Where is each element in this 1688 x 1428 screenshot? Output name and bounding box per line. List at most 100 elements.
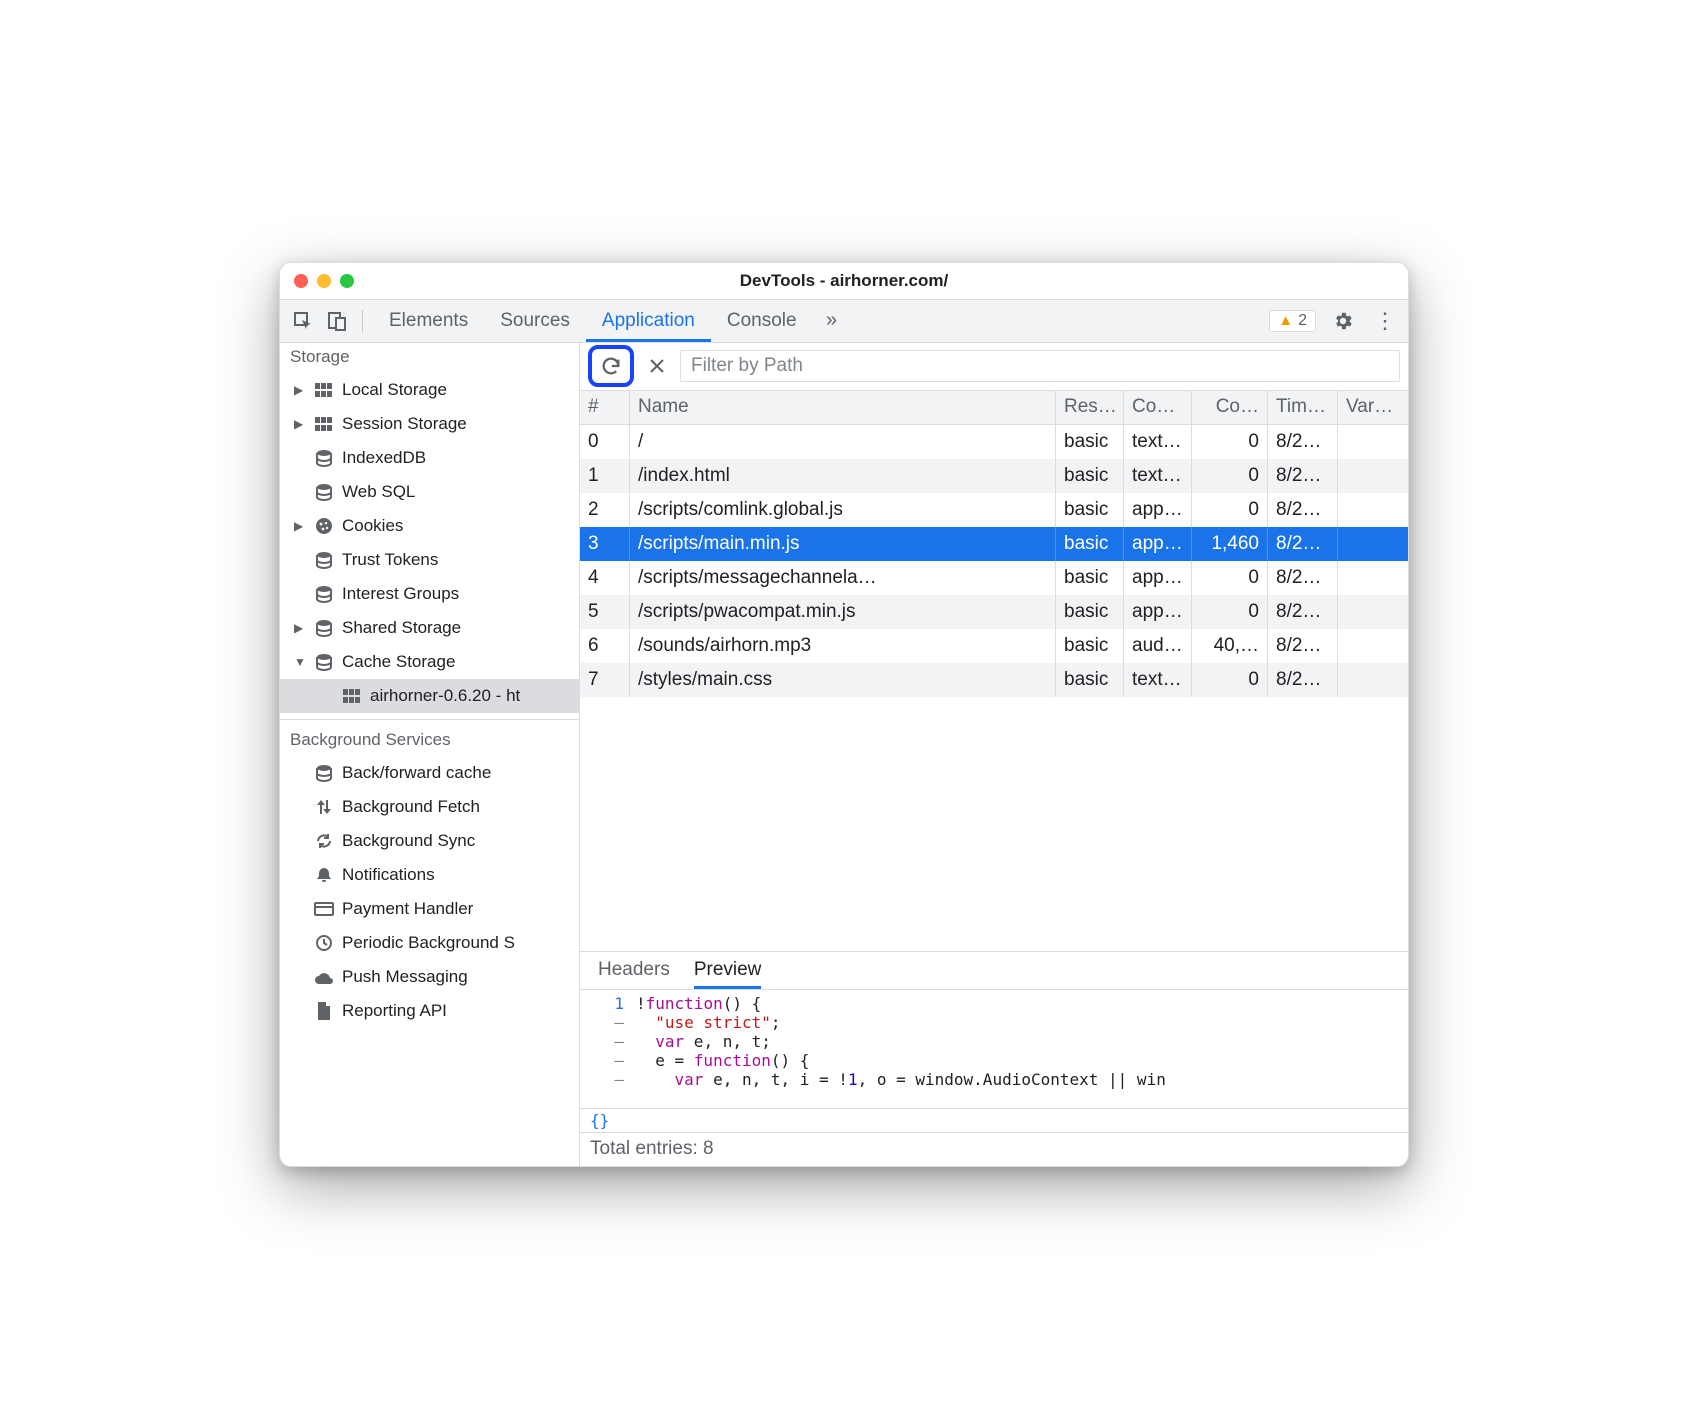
tab-console[interactable]: Console <box>711 300 813 342</box>
sidebar-item-background-sync[interactable]: Background Sync <box>280 824 579 858</box>
cell-len: 0 <box>1192 493 1268 527</box>
warning-count: 2 <box>1298 312 1307 330</box>
maximize-window-button[interactable] <box>340 274 354 288</box>
expand-arrow-icon[interactable]: ▶ <box>294 621 306 635</box>
cell-len: 0 <box>1192 425 1268 459</box>
col-vary[interactable]: Var… <box>1338 391 1408 424</box>
sidebar-item-label: Interest Groups <box>342 584 459 604</box>
sidebar-item-interest-groups[interactable]: Interest Groups <box>280 577 579 611</box>
sidebar-item-label: Web SQL <box>342 482 415 502</box>
sidebar-item-periodic-background-s[interactable]: Periodic Background S <box>280 926 579 960</box>
sidebar-item-notifications[interactable]: Notifications <box>280 858 579 892</box>
line-number: 1 <box>580 994 636 1013</box>
titlebar: DevTools - airhorner.com/ <box>280 263 1408 299</box>
col-response[interactable]: Res… <box>1056 391 1124 424</box>
col-index[interactable]: # <box>580 391 630 424</box>
line-number: – <box>580 1032 636 1051</box>
expand-arrow-icon[interactable]: ▼ <box>294 655 306 669</box>
cell-res: basic <box>1056 561 1124 595</box>
table-row[interactable]: 2/scripts/comlink.global.jsbasicapp…08/2… <box>580 493 1408 527</box>
cell-idx: 0 <box>580 425 630 459</box>
sidebar-item-airhorner-0-6-20-ht[interactable]: airhorner-0.6.20 - ht <box>280 679 579 713</box>
col-name[interactable]: Name <box>630 391 1056 424</box>
cell-time: 8/2… <box>1268 425 1338 459</box>
cell-vary <box>1338 629 1408 663</box>
table-row[interactable]: 7/styles/main.cssbasictext…08/2… <box>580 663 1408 697</box>
device-toolbar-icon[interactable] <box>322 306 352 336</box>
cell-res: basic <box>1056 663 1124 697</box>
col-time[interactable]: Tim… <box>1268 391 1338 424</box>
kebab-menu-icon[interactable]: ⋮ <box>1370 306 1400 336</box>
table-row[interactable]: 5/scripts/pwacompat.min.jsbasicapp…08/2… <box>580 595 1408 629</box>
tab-application[interactable]: Application <box>586 300 711 342</box>
sidebar-item-session-storage[interactable]: ▶ Session Storage <box>280 407 579 441</box>
db-icon <box>313 585 335 603</box>
cell-idx: 2 <box>580 493 630 527</box>
sidebar-item-background-fetch[interactable]: Background Fetch <box>280 790 579 824</box>
sidebar-item-label: Reporting API <box>342 1001 447 1021</box>
db-icon <box>313 551 335 569</box>
sidebar-item-push-messaging[interactable]: Push Messaging <box>280 960 579 994</box>
more-tabs-icon[interactable]: » <box>817 306 847 336</box>
bell-icon <box>313 866 335 884</box>
cell-name: /scripts/pwacompat.min.js <box>630 595 1056 629</box>
col-content-type[interactable]: Co… <box>1124 391 1192 424</box>
code-line: – var e, n, t; <box>580 1032 1408 1051</box>
sidebar-item-label: Push Messaging <box>342 967 468 987</box>
sidebar-item-indexeddb[interactable]: IndexedDB <box>280 441 579 475</box>
sidebar-item-reporting-api[interactable]: Reporting API <box>280 994 579 1028</box>
subtab-headers[interactable]: Headers <box>598 959 670 981</box>
cell-idx: 4 <box>580 561 630 595</box>
sidebar-item-label: Session Storage <box>342 414 467 434</box>
cell-time: 8/2… <box>1268 561 1338 595</box>
cell-time: 8/2… <box>1268 663 1338 697</box>
col-content-length[interactable]: Co… <box>1192 391 1268 424</box>
sidebar-item-label: Local Storage <box>342 380 447 400</box>
expand-arrow-icon[interactable]: ▶ <box>294 383 306 397</box>
filter-input[interactable]: Filter by Path <box>680 350 1400 382</box>
subtab-preview[interactable]: Preview <box>694 952 762 989</box>
sidebar-item-local-storage[interactable]: ▶ Local Storage <box>280 373 579 407</box>
table-row[interactable]: 1/index.htmlbasictext…08/2… <box>580 459 1408 493</box>
warning-icon: ▲ <box>1278 312 1293 329</box>
cell-len: 1,460 <box>1192 527 1268 561</box>
warnings-badge[interactable]: ▲ 2 <box>1269 310 1316 332</box>
sidebar-item-payment-handler[interactable]: Payment Handler <box>280 892 579 926</box>
settings-icon[interactable] <box>1328 306 1358 336</box>
preview-pane: Headers Preview 1!function() {– "use stri… <box>580 952 1408 1132</box>
code-preview[interactable]: 1!function() {– "use strict";– var e, n,… <box>580 990 1408 1108</box>
preview-subtabs: Headers Preview <box>580 952 1408 990</box>
table-row[interactable]: 3/scripts/main.min.jsbasicapp…1,4608/2… <box>580 527 1408 561</box>
table-row[interactable]: 4/scripts/messagechannela…basicapp…08/2… <box>580 561 1408 595</box>
sidebar-item-back-forward-cache[interactable]: Back/forward cache <box>280 756 579 790</box>
cell-name: /index.html <box>630 459 1056 493</box>
close-window-button[interactable] <box>294 274 308 288</box>
cell-res: basic <box>1056 629 1124 663</box>
minimize-window-button[interactable] <box>317 274 331 288</box>
refresh-button[interactable] <box>588 345 634 387</box>
expand-arrow-icon[interactable]: ▶ <box>294 519 306 533</box>
cell-vary <box>1338 425 1408 459</box>
sidebar-item-cookies[interactable]: ▶ Cookies <box>280 509 579 543</box>
sync-icon <box>313 832 335 850</box>
table-row[interactable]: 6/sounds/airhorn.mp3basicaud…40,…8/2… <box>580 629 1408 663</box>
clear-button[interactable] <box>642 358 672 374</box>
cell-vary <box>1338 527 1408 561</box>
sidebar-item-label: Cache Storage <box>342 652 455 672</box>
sidebar-item-trust-tokens[interactable]: Trust Tokens <box>280 543 579 577</box>
cell-ct: app… <box>1124 561 1192 595</box>
content-area: Storage ▶Local Storage▶Session StorageIn… <box>280 343 1408 1166</box>
expand-arrow-icon[interactable]: ▶ <box>294 417 306 431</box>
code-content: e = function() { <box>636 1051 809 1070</box>
brace-bar[interactable]: {} <box>580 1108 1408 1132</box>
separator <box>362 310 363 332</box>
sidebar-item-shared-storage[interactable]: ▶Shared Storage <box>280 611 579 645</box>
tab-sources[interactable]: Sources <box>484 300 586 342</box>
tab-elements[interactable]: Elements <box>373 300 484 342</box>
sidebar-item-web-sql[interactable]: Web SQL <box>280 475 579 509</box>
sidebar-item-label: Cookies <box>342 516 403 536</box>
inspect-element-icon[interactable] <box>288 306 318 336</box>
sidebar-item-cache-storage[interactable]: ▼ Cache Storage <box>280 645 579 679</box>
table-row[interactable]: 0/basictext…08/2… <box>580 425 1408 459</box>
code-content: var e, n, t; <box>636 1032 771 1051</box>
